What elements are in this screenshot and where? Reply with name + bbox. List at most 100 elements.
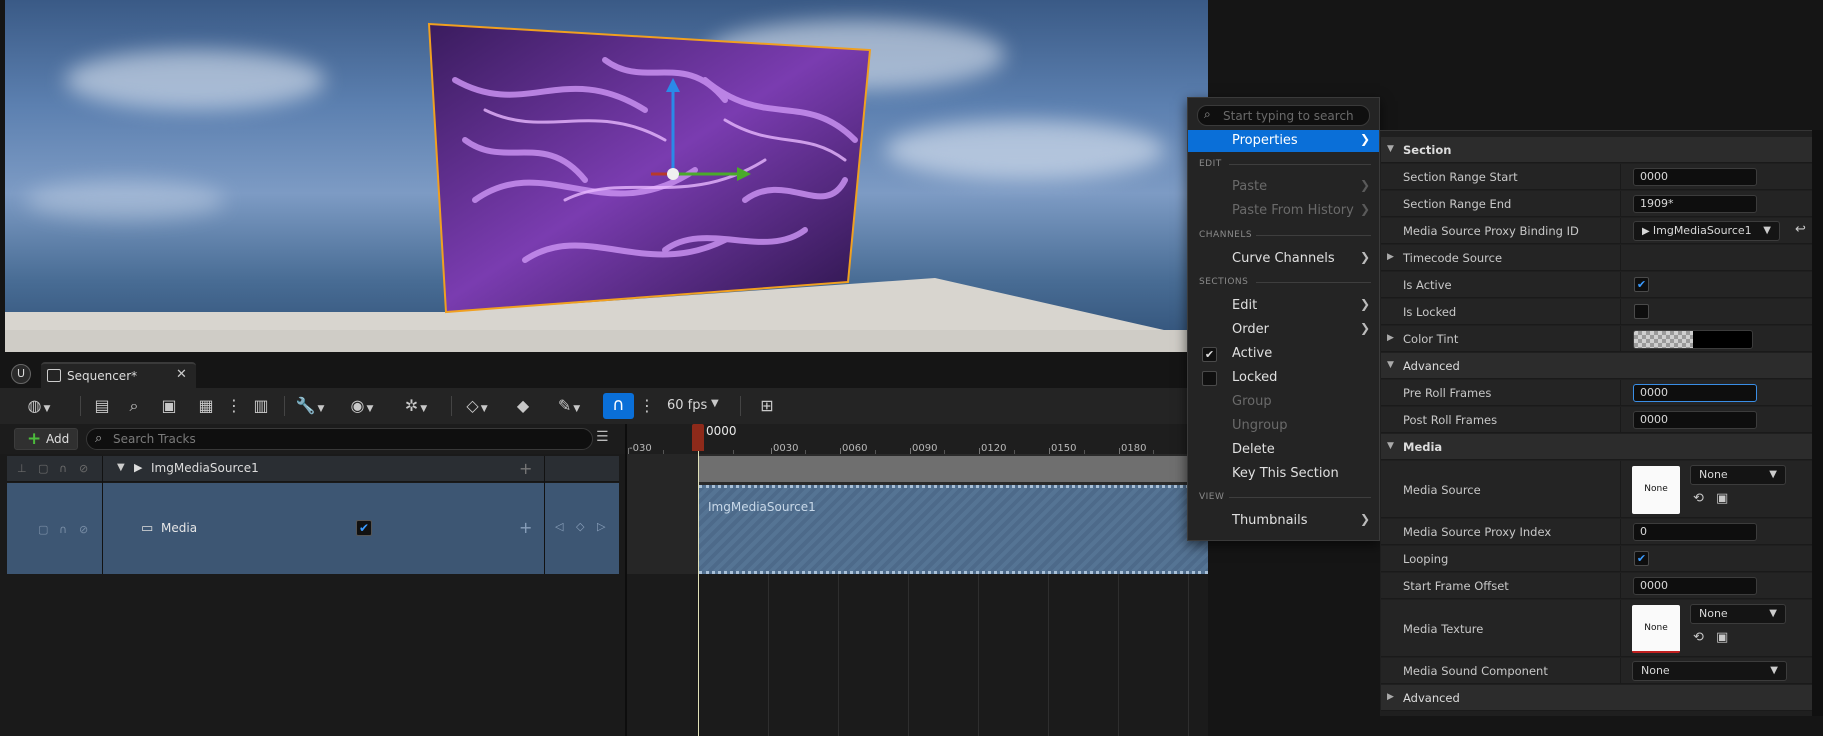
category-advanced[interactable]: ▼ Advanced	[1381, 353, 1812, 379]
menu-search-input[interactable]	[1223, 108, 1363, 123]
category-media[interactable]: ▼ Media	[1381, 434, 1812, 460]
media-plate-actor[interactable]	[5, 0, 1208, 352]
framerate-selector[interactable]: 60 fps	[667, 398, 707, 413]
menu-item-curve-channels[interactable]: Curve Channels ❯	[1188, 248, 1379, 270]
reset-arrow-icon[interactable]: ↩	[1795, 222, 1806, 237]
toolbar-divider	[284, 396, 285, 416]
previous-key-icon[interactable]: ◁	[555, 520, 563, 533]
media-source-thumbnail[interactable]: None	[1632, 466, 1680, 514]
menu-item-order[interactable]: Order ❯	[1188, 319, 1379, 341]
add-key-icon[interactable]: ◇	[576, 520, 584, 533]
unchecked-box-icon[interactable]	[1202, 371, 1217, 386]
proxy-index-field[interactable]: 0	[1633, 523, 1757, 541]
menu-item-properties[interactable]: Properties ❯	[1188, 130, 1379, 152]
wrench-tools-icon[interactable]: 🔧 ▼	[291, 394, 329, 418]
menu-item-active[interactable]: ✔ Active	[1188, 343, 1379, 365]
more-options-icon[interactable]: ⋮	[226, 394, 242, 418]
proxy-binding-combo[interactable]: ▶ ImgMediaSource1 ▼	[1633, 221, 1780, 241]
caret-right-icon[interactable]: ▶	[1387, 692, 1394, 702]
lock-icon[interactable]: ▢	[38, 462, 48, 475]
pencil-edit-icon[interactable]: ✎ ▼	[550, 394, 588, 418]
snap-options-icon[interactable]: ⋮	[639, 394, 655, 418]
search-tracks-box[interactable]: ⌕	[86, 428, 593, 450]
is-active-checkbox[interactable]: ✔	[1634, 277, 1649, 292]
caret-right-icon[interactable]: ▶	[1387, 252, 1394, 262]
caret-right-icon[interactable]: ▶	[1387, 333, 1394, 343]
menu-item-thumbnails[interactable]: Thumbnails ❯	[1188, 510, 1379, 532]
headphones-icon[interactable]: ∩	[59, 523, 67, 536]
media-texture-combo[interactable]: None ▼	[1690, 604, 1786, 624]
caret-down-icon[interactable]: ▼	[1387, 441, 1394, 451]
world-settings-icon[interactable]: ◍ ▼	[19, 394, 59, 418]
playhead-handle[interactable]	[692, 424, 704, 451]
key-diamond-icon[interactable]: ◇ ▼	[458, 394, 496, 418]
tree-timeline-splitter[interactable]	[625, 424, 627, 736]
browse-icon[interactable]: ▣	[1716, 630, 1728, 645]
media-section[interactable]	[699, 485, 1208, 574]
track-enabled-checkbox[interactable]: ✔	[356, 520, 372, 536]
media-source-combo[interactable]: None ▼	[1690, 465, 1786, 485]
menu-item-key-this-section[interactable]: Key This Section	[1188, 463, 1379, 485]
reset-arrow-icon[interactable]: ⟲	[1693, 491, 1704, 506]
post-roll-field[interactable]: 0000	[1633, 411, 1757, 429]
object-track-label: ImgMediaSource1	[151, 461, 259, 475]
playback-options-icon[interactable]: ✲ ▼	[397, 394, 435, 418]
menu-item-paste-from-history[interactable]: Paste From History ❯	[1188, 200, 1379, 222]
lock-icon[interactable]: ▢	[38, 523, 48, 536]
clapboard-icon[interactable]: ▦	[194, 394, 218, 418]
category-advanced-media[interactable]: ▶ Advanced	[1381, 685, 1812, 711]
menu-item-group[interactable]: Group	[1188, 391, 1379, 413]
render-movie-icon[interactable]: ▣	[157, 394, 181, 418]
add-track-button[interactable]: + Add	[14, 428, 78, 450]
start-offset-field[interactable]: 0000	[1633, 577, 1757, 595]
chevron-down-icon[interactable]: ▼	[711, 398, 719, 409]
timeline-gridline	[1048, 574, 1049, 736]
range-start-field[interactable]: 0000	[1633, 168, 1757, 186]
caret-down-icon[interactable]: ▼	[1387, 144, 1394, 154]
media-texture-thumbnail[interactable]: None	[1632, 605, 1680, 653]
range-end-field[interactable]: 1909*	[1633, 195, 1757, 213]
browse-icon[interactable]: ▣	[1716, 491, 1728, 506]
menu-item-edit[interactable]: Edit ❯	[1188, 295, 1379, 317]
engine-logo-icon[interactable]: U	[11, 364, 31, 384]
caret-down-icon[interactable]: ▼	[117, 462, 125, 473]
reset-arrow-icon[interactable]: ⟲	[1693, 630, 1704, 645]
magnet-icon[interactable]: ∩	[603, 393, 634, 419]
headphones-icon[interactable]: ∩	[59, 462, 67, 475]
menu-item-delete[interactable]: Delete	[1188, 439, 1379, 461]
pre-roll-field[interactable]: 0000	[1633, 384, 1757, 402]
auto-key-icon[interactable]: ◆	[511, 394, 535, 418]
menu-search-box[interactable]: ⌕	[1197, 105, 1370, 126]
search-tracks-input[interactable]	[113, 431, 583, 447]
tab-sequencer[interactable]: Sequencer* ✕	[41, 362, 196, 388]
caret-down-icon[interactable]: ▼	[1387, 360, 1394, 370]
category-section[interactable]: ▼ Section	[1381, 137, 1812, 163]
checkmark-icon[interactable]: ✔	[1202, 347, 1217, 362]
timeline-before-start	[627, 454, 698, 574]
find-in-browser-icon[interactable]: ⌕	[122, 394, 146, 418]
mute-icon[interactable]: ⊘	[79, 462, 88, 475]
looping-checkbox[interactable]: ✔	[1634, 551, 1649, 566]
toolbar-divider	[451, 396, 452, 416]
menu-item-paste[interactable]: Paste ❯	[1188, 176, 1379, 198]
column-divider	[1620, 218, 1621, 243]
save-sequence-icon[interactable]: ▤	[90, 394, 114, 418]
color-tint-swatch[interactable]	[1633, 330, 1753, 349]
camera-cut-icon[interactable]: ▥	[249, 394, 273, 418]
close-icon[interactable]: ✕	[176, 367, 187, 382]
proxy-binding-value: ImgMediaSource1	[1652, 224, 1752, 237]
curve-editor-icon[interactable]: ⊞	[754, 394, 780, 418]
add-section-button[interactable]: +	[519, 518, 532, 537]
sound-component-combo[interactable]: None ▼	[1632, 661, 1787, 681]
is-locked-checkbox[interactable]	[1634, 304, 1649, 319]
pin-icon[interactable]: ⊥	[17, 462, 27, 475]
mute-icon[interactable]: ⊘	[79, 523, 88, 536]
property-row-timecode[interactable]: ▶ Timecode Source	[1381, 245, 1812, 271]
level-viewport[interactable]	[5, 0, 1208, 352]
menu-item-ungroup[interactable]: Ungroup	[1188, 415, 1379, 437]
add-subtrack-button[interactable]: +	[519, 459, 532, 478]
menu-item-locked[interactable]: Locked	[1188, 367, 1379, 389]
filter-icon[interactable]: ☰	[596, 429, 609, 445]
eye-visibility-icon[interactable]: ◉ ▼	[343, 394, 381, 418]
next-key-icon[interactable]: ▷	[597, 520, 605, 533]
